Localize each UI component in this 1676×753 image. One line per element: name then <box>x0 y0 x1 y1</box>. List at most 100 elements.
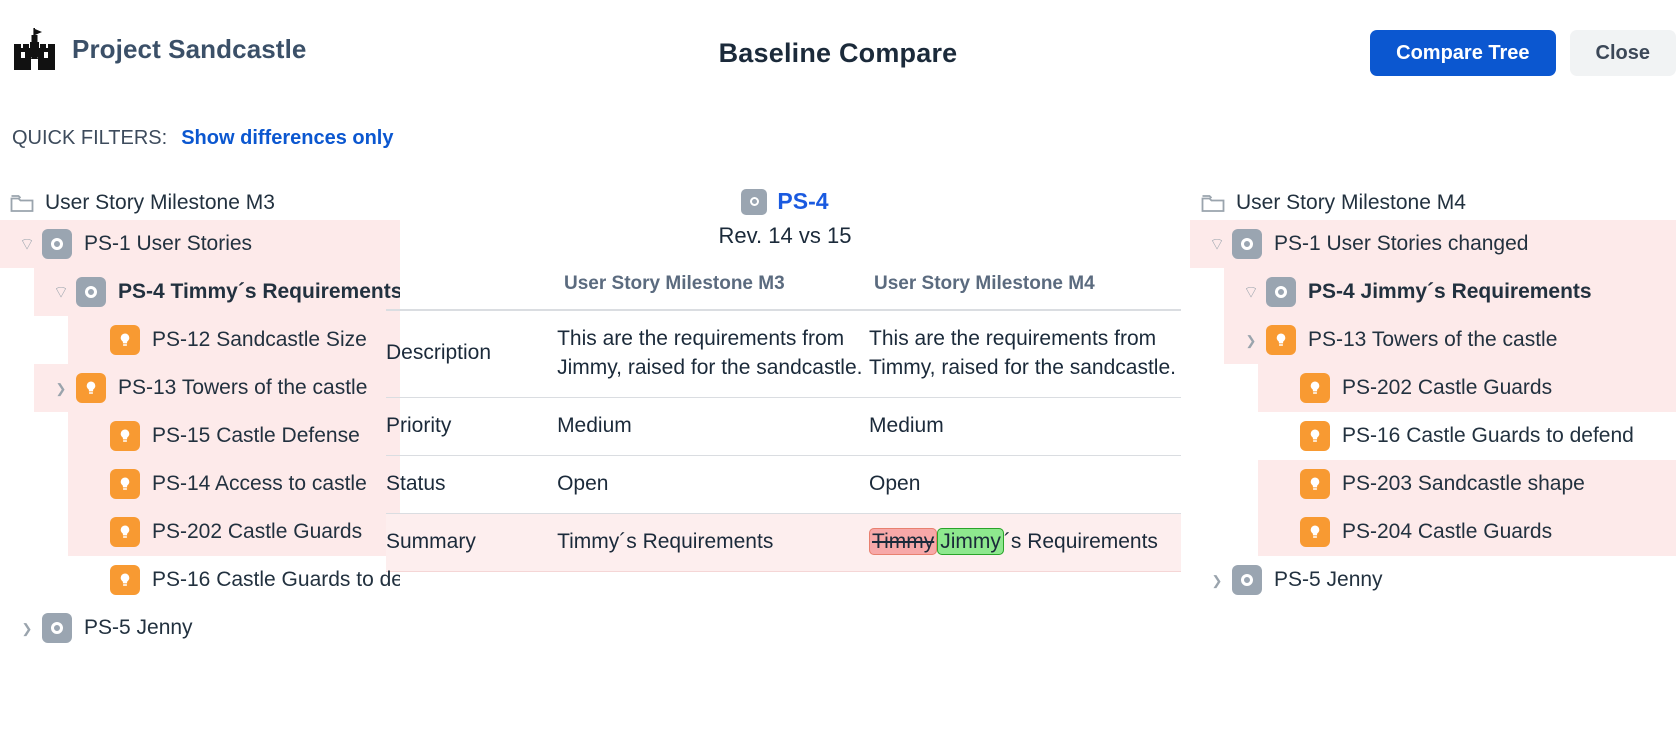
requirement-icon <box>110 421 140 451</box>
compare-row-value-left: Medium <box>557 413 632 437</box>
tree-row[interactable]: PS-5 Jenny <box>0 604 400 652</box>
expand-toggle-icon[interactable] <box>1236 332 1266 349</box>
diff-deleted-chip: Timmy <box>869 527 938 555</box>
tree-row-label: PS-16 Castle Guards to defend <box>152 568 400 591</box>
tree-row[interactable]: PS-13 Towers of the castle <box>0 364 400 412</box>
quick-filters-label: QUICK FILTERS: <box>12 127 168 149</box>
tree-row[interactable]: PS-16 Castle Guards to defend <box>1190 412 1676 460</box>
compare-panel: PS-4 Rev. 14 vs 15 User Story Milestone … <box>386 186 1184 753</box>
compare-row-value-left: Timmy´s Requirements <box>557 529 774 553</box>
compare-row-value-right: Open <box>869 471 921 495</box>
requirement-icon <box>110 325 140 355</box>
tree-row[interactable]: PS-16 Castle Guards to defend <box>0 556 400 604</box>
story-icon <box>76 277 106 307</box>
close-button[interactable]: Close <box>1569 30 1676 76</box>
expand-toggle-icon[interactable] <box>12 620 42 637</box>
compare-row: Description This are the requirements fro… <box>386 310 1181 397</box>
tree-row-label: PS-16 Castle Guards to defend <box>1342 424 1634 447</box>
tree-row[interactable]: PS-1 User Stories changed <box>1190 220 1676 268</box>
show-differences-only-link[interactable]: Show differences only <box>181 127 393 150</box>
collapse-toggle-icon[interactable] <box>12 234 42 255</box>
tree-row[interactable]: PS-14 Access to castle <box>0 460 400 508</box>
compare-col-spacer <box>394 273 564 295</box>
header-actions: Compare Tree Close <box>1370 30 1676 76</box>
story-icon <box>1266 277 1296 307</box>
tree-row-label: PS-14 Access to castle <box>152 472 367 495</box>
story-icon <box>741 188 768 215</box>
tree-row[interactable]: PS-4 Jimmy´s Requirements <box>1190 268 1676 316</box>
tree-row[interactable]: PS-15 Castle Defense <box>0 412 400 460</box>
tree-row[interactable]: PS-202 Castle Guards <box>1190 364 1676 412</box>
tree-row[interactable]: PS-12 Sandcastle Size <box>0 316 400 364</box>
tree-row-label: PS-13 Towers of the castle <box>1308 328 1558 351</box>
tree-row-label: PS-202 Castle Guards <box>152 520 363 543</box>
tree-row-label: PS-4 Timmy´s Requirements <box>118 280 400 303</box>
tree-row[interactable]: PS-5 Jenny <box>1190 556 1676 604</box>
tree-root-left[interactable]: User Story Milestone M3 <box>0 186 400 220</box>
collapse-toggle-icon[interactable] <box>1202 234 1232 255</box>
tree-row-label: PS-4 Jimmy´s Requirements <box>1308 280 1592 303</box>
compare-item-id-row: PS-4 <box>386 188 1184 215</box>
compare-column-headers: User Story Milestone M3 User Story Miles… <box>386 273 1184 295</box>
expand-toggle-icon[interactable] <box>46 380 76 397</box>
requirement-icon <box>1300 373 1330 403</box>
tree-row-label: PS-1 User Stories <box>84 232 253 255</box>
requirement-icon <box>1300 517 1330 547</box>
requirement-icon <box>1266 325 1296 355</box>
app-header: Project Sandcastle Baseline Compare Comp… <box>0 0 1676 112</box>
diff-unchanged-text: ´s Requirements <box>1003 529 1158 553</box>
story-icon <box>1232 565 1262 595</box>
tree-row-label: PS-1 User Stories changed <box>1274 232 1529 255</box>
compare-panes: User Story Milestone M3 PS-1 User Storie… <box>0 186 1676 753</box>
requirement-icon <box>110 565 140 595</box>
requirement-icon <box>110 469 140 499</box>
tree-row-label: PS-204 Castle Guards <box>1342 520 1553 543</box>
requirement-icon <box>110 517 140 547</box>
folder-icon <box>1201 193 1225 213</box>
tree-row-label: PS-5 Jenny <box>1274 568 1383 591</box>
compare-col-header-left: User Story Milestone M3 <box>564 273 785 294</box>
compare-item-id-link[interactable]: PS-4 <box>777 188 828 215</box>
compare-revision-label: Rev. 14 vs 15 <box>718 223 852 248</box>
tree-row-label: PS-12 Sandcastle Size <box>152 328 367 351</box>
requirement-icon <box>1300 421 1330 451</box>
compare-row-value-right: Medium <box>869 413 944 437</box>
compare-row-value-left: Open <box>557 471 609 495</box>
compare-row: Priority Medium Medium <box>386 397 1181 455</box>
story-icon <box>42 229 72 259</box>
compare-row: Summary Timmy´s Requirements Timmy Jimmy ´s … <box>386 513 1181 572</box>
expand-toggle-icon[interactable] <box>1202 572 1232 589</box>
quick-filters-bar: QUICK FILTERS: Show differences only <box>12 127 393 150</box>
compare-table-body: Description This are the requirements fro… <box>386 310 1181 572</box>
tree-panel-right: User Story Milestone M4 PS-1 User Storie… <box>1190 186 1676 753</box>
tree-rows-left: PS-1 User Stories PS-4 Timmy´s Requiremen… <box>0 220 400 652</box>
tree-rows-right: PS-1 User Stories changed PS-4 Jimmy´s Re… <box>1190 220 1676 604</box>
tree-row[interactable]: PS-203 Sandcastle shape <box>1190 460 1676 508</box>
compare-tree-button[interactable]: Compare Tree <box>1370 30 1556 76</box>
tree-root-label-left: User Story Milestone M3 <box>45 191 275 214</box>
tree-row-label: PS-203 Sandcastle shape <box>1342 472 1585 495</box>
collapse-toggle-icon[interactable] <box>1236 282 1266 303</box>
compare-row-value-right: Timmy Jimmy ´s Requirements <box>869 513 1181 571</box>
tree-root-right[interactable]: User Story Milestone M4 <box>1190 186 1676 220</box>
tree-row-label: PS-13 Towers of the castle <box>118 376 368 399</box>
baseline-compare-page: Project Sandcastle Baseline Compare Comp… <box>0 0 1676 753</box>
story-icon <box>1232 229 1262 259</box>
tree-row[interactable]: PS-4 Timmy´s Requirements <box>0 268 400 316</box>
compare-table: Description This are the requirements fro… <box>386 309 1181 572</box>
tree-row-label: PS-5 Jenny <box>84 616 193 639</box>
tree-panel-left: User Story Milestone M3 PS-1 User Storie… <box>0 186 400 753</box>
compare-row-key: Description <box>386 341 492 365</box>
compare-header: PS-4 Rev. 14 vs 15 <box>386 188 1184 249</box>
collapse-toggle-icon[interactable] <box>46 282 76 303</box>
tree-row[interactable]: PS-202 Castle Guards <box>0 508 400 556</box>
tree-row[interactable]: PS-1 User Stories <box>0 220 400 268</box>
tree-row[interactable]: PS-13 Towers of the castle <box>1190 316 1676 364</box>
tree-row[interactable]: PS-204 Castle Guards <box>1190 508 1676 556</box>
compare-row-value-right: This are the requirements from Timmy, ra… <box>869 327 1176 379</box>
requirement-icon <box>76 373 106 403</box>
compare-row-value-left: This are the requirements from Jimmy, ra… <box>557 327 863 379</box>
requirement-icon <box>1300 469 1330 499</box>
diff-inserted-chip: Jimmy <box>937 527 1004 555</box>
compare-col-header-right: User Story Milestone M4 <box>874 273 1095 294</box>
